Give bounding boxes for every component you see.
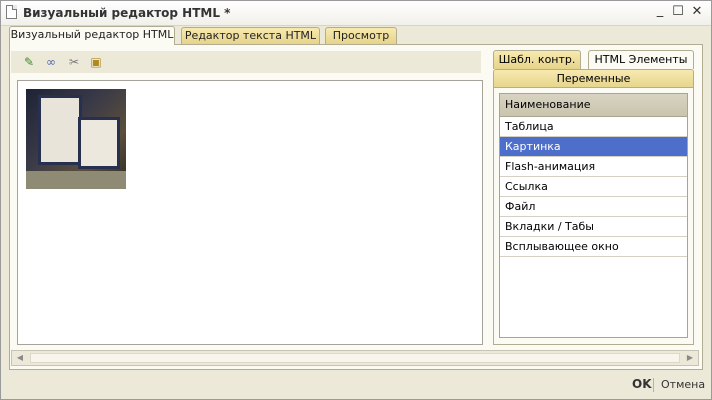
maximize-icon[interactable]: ☐	[670, 4, 686, 20]
tab-control-templates[interactable]: Шабл. контр.	[493, 50, 581, 69]
editor-toolbar: ✎ ∞ ✂ ▣	[11, 51, 481, 73]
list-item[interactable]: Flash-анимация	[500, 157, 687, 177]
image-box-left	[38, 95, 82, 165]
editor-window: Визуальный редактор HTML * _ ☐ ✕ Визуаль…	[0, 0, 712, 400]
list-item[interactable]: Картинка	[500, 137, 687, 157]
tab-variables[interactable]: Переменные	[493, 69, 694, 88]
horizontal-scrollbar[interactable]: ◀ ▶	[11, 350, 699, 366]
window-title: Визуальный редактор HTML *	[23, 6, 231, 20]
pencil-icon[interactable]: ✎	[21, 54, 37, 70]
tab-visual-editor[interactable]: Визуальный редактор HTML	[9, 26, 175, 45]
list-header-name[interactable]: Наименование	[500, 94, 687, 117]
unlink-icon[interactable]: ✂	[66, 54, 82, 70]
title-bar: Визуальный редактор HTML * _ ☐ ✕	[1, 1, 711, 26]
scroll-right-icon[interactable]: ▶	[682, 351, 698, 365]
tab-html-text-editor[interactable]: Редактор текста HTML	[181, 27, 320, 44]
list-item[interactable]: Таблица	[500, 117, 687, 137]
cancel-button[interactable]: Отмена	[661, 378, 705, 391]
close-icon[interactable]: ✕	[689, 4, 705, 20]
visual-editor-area[interactable]	[17, 80, 483, 345]
dialog-footer: OK Отмена	[1, 371, 711, 399]
tab-preview[interactable]: Просмотр	[325, 27, 397, 44]
image-box-right	[78, 117, 120, 169]
document-icon	[6, 5, 17, 19]
scroll-track[interactable]	[30, 353, 680, 363]
elements-list: Наименование Таблица Картинка Flash-аним…	[499, 93, 688, 338]
list-item[interactable]: Файл	[500, 197, 687, 217]
tab-html-elements[interactable]: HTML Элементы	[588, 50, 694, 69]
list-item[interactable]: Ссылка	[500, 177, 687, 197]
list-item[interactable]: Вкладки / Табы	[500, 217, 687, 237]
inserted-image[interactable]	[26, 89, 126, 189]
ok-button[interactable]: OK	[632, 377, 652, 391]
list-item[interactable]: Всплывающее окно	[500, 237, 687, 257]
clipboard-icon[interactable]: ▣	[88, 54, 104, 70]
scroll-left-icon[interactable]: ◀	[12, 351, 28, 365]
link-icon[interactable]: ∞	[43, 54, 59, 70]
footer-divider	[653, 378, 654, 392]
image-floor	[26, 171, 126, 189]
minimize-icon[interactable]: _	[652, 3, 668, 19]
